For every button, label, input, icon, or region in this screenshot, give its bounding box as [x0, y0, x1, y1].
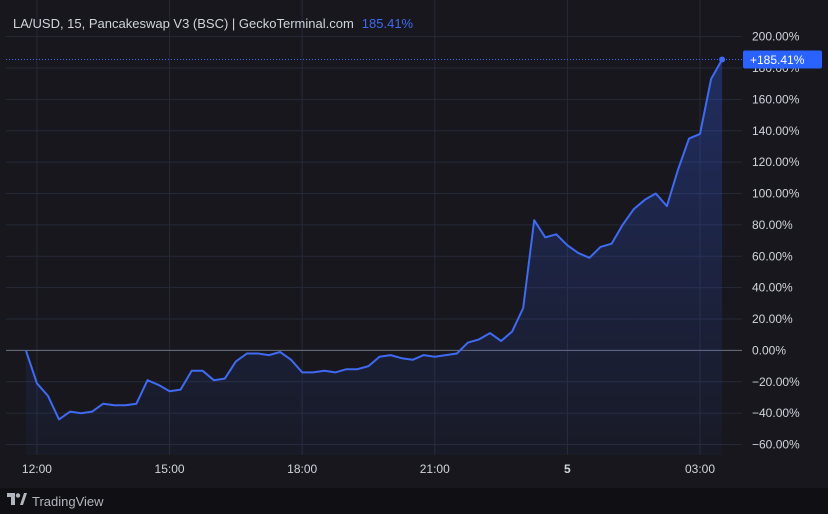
- y-axis[interactable]: 200.00%180.00%160.00%140.00%120.00%100.0…: [752, 30, 800, 452]
- x-tick-label: 12:00: [22, 462, 52, 476]
- x-tick-label: 15:00: [155, 462, 185, 476]
- y-tick-label: −20.00%: [752, 375, 800, 389]
- tradingview-brand[interactable]: TradingView: [32, 494, 104, 509]
- y-tick-label: 100.00%: [752, 187, 800, 201]
- y-tick-label: 0.00%: [752, 343, 786, 357]
- change-percent: 185.41%: [361, 15, 414, 31]
- y-tick-label: 120.00%: [752, 155, 800, 169]
- y-tick-label: −60.00%: [752, 438, 800, 452]
- chart-panel[interactable]: 200.00%180.00%160.00%140.00%120.00%100.0…: [0, 0, 828, 514]
- plot-area: [6, 56, 742, 455]
- y-tick-label: 60.00%: [752, 249, 793, 263]
- chart-canvas[interactable]: 200.00%180.00%160.00%140.00%120.00%100.0…: [0, 0, 828, 488]
- x-tick-label: 18:00: [287, 462, 317, 476]
- y-tick-label: 200.00%: [752, 30, 800, 44]
- y-tick-label: 140.00%: [752, 124, 800, 138]
- y-tick-label: −40.00%: [752, 406, 800, 420]
- last-point-dot: [719, 56, 726, 63]
- y-tick-label: 80.00%: [752, 218, 793, 232]
- x-tick-label: 03:00: [685, 462, 715, 476]
- tradingview-logo-icon[interactable]: [7, 492, 27, 510]
- series-area-fill: [25, 59, 723, 455]
- y-tick-label: 160.00%: [752, 92, 800, 106]
- last-value-badge: +185.41%: [743, 50, 822, 69]
- x-axis[interactable]: 12:00 15:00 18:00 21:00 5 03:00: [22, 462, 715, 476]
- last-value-badge-text: +185.41%: [750, 53, 805, 67]
- y-tick-label: 40.00%: [752, 281, 793, 295]
- x-tick-label: 5: [564, 462, 571, 476]
- footer-bar: TradingView: [0, 488, 828, 514]
- chart-legend[interactable]: LA/USD, 15, Pancakeswap V3 (BSC) | Gecko…: [13, 14, 413, 32]
- symbol-title: LA/USD, 15, Pancakeswap V3 (BSC) | Gecko…: [13, 15, 354, 31]
- x-tick-label: 21:00: [420, 462, 450, 476]
- y-tick-label: 20.00%: [752, 312, 793, 326]
